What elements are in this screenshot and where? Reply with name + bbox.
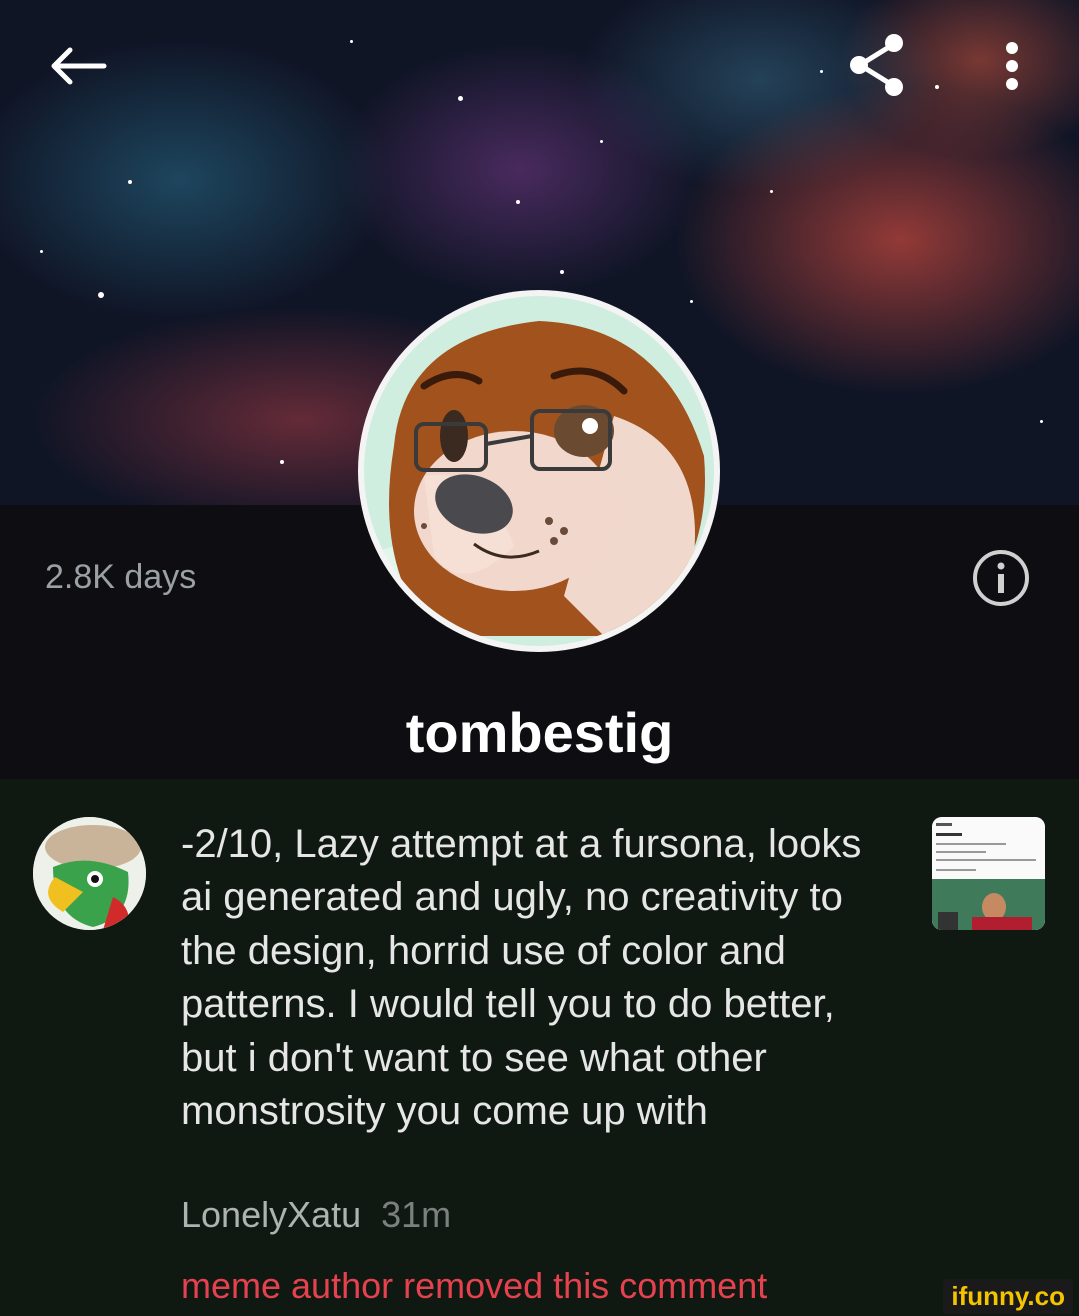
info-icon[interactable] [972, 549, 1030, 607]
star [350, 40, 353, 43]
star [690, 300, 693, 303]
more-vertical-icon[interactable] [1000, 40, 1024, 92]
star [516, 200, 520, 204]
meme-thumbnail[interactable] [932, 817, 1045, 930]
star [128, 180, 132, 184]
star [770, 190, 773, 193]
comment-time: 31m [381, 1194, 452, 1235]
profile-username: tombestig [405, 701, 674, 764]
star [1040, 420, 1043, 423]
star [600, 140, 603, 143]
account-age: 2.8K days [45, 558, 197, 596]
comment-meta: LonelyXatu 31m [181, 1194, 451, 1236]
star [458, 96, 463, 101]
commenter-avatar[interactable] [33, 817, 146, 930]
star [560, 270, 564, 274]
star [280, 460, 284, 464]
profile-avatar[interactable] [364, 296, 714, 646]
arrow-left-icon[interactable] [46, 44, 110, 88]
comment-author[interactable]: LonelyXatu [181, 1194, 361, 1235]
star [40, 250, 43, 253]
share-icon[interactable] [846, 32, 908, 98]
comment-removed-notice: meme author removed this comment [181, 1265, 768, 1306]
comment-text: -2/10, Lazy attempt at a fursona, looks … [181, 822, 862, 1134]
star [820, 70, 823, 73]
star [98, 292, 104, 298]
watermark: ifunny.co [943, 1279, 1073, 1314]
star [935, 85, 939, 89]
